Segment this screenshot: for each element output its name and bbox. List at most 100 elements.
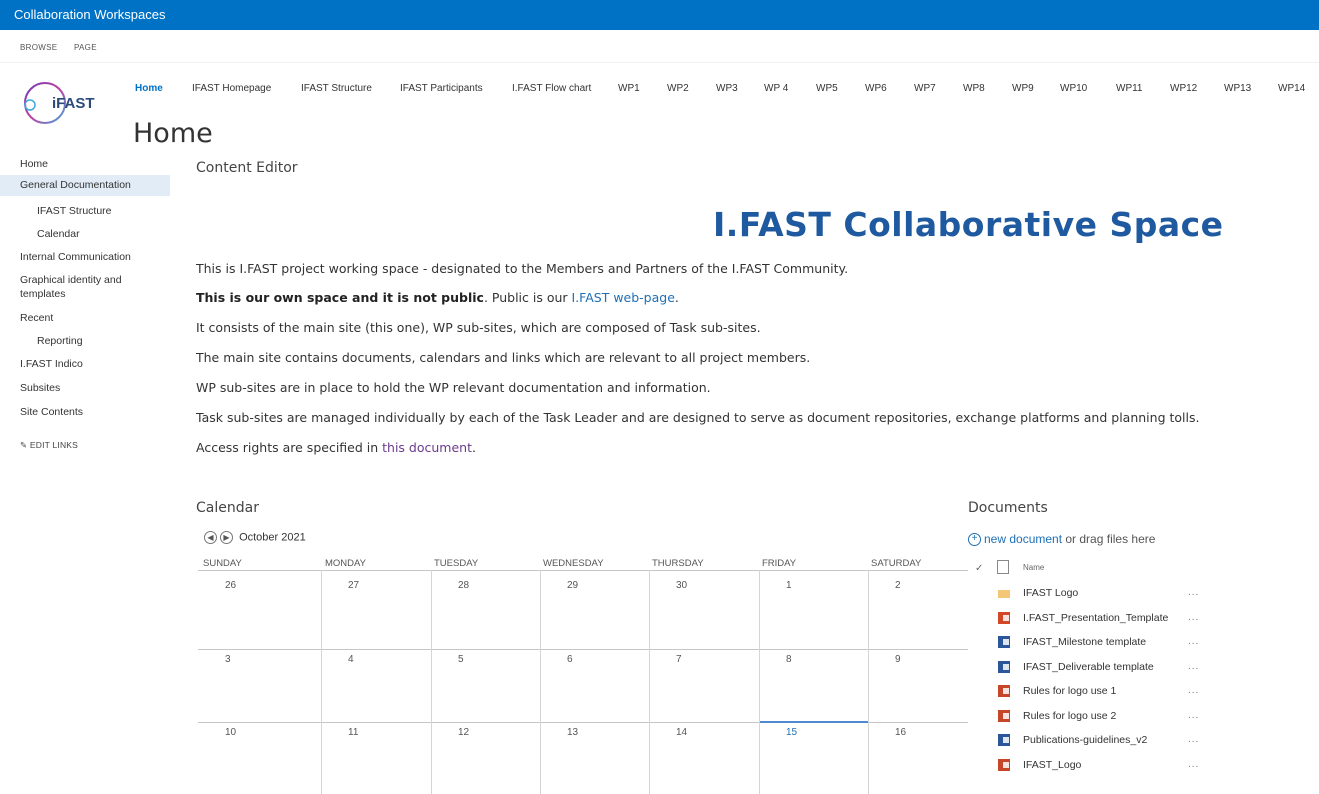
top-nav-item-wp-4[interactable]: WP 4 — [764, 83, 788, 94]
day-header-tuesday: TUESDAY — [434, 558, 479, 569]
calendar-day-cell[interactable]: 26 — [225, 580, 236, 591]
tab-page[interactable]: PAGE — [74, 43, 97, 52]
top-nav-item-wp8[interactable]: WP8 — [963, 83, 985, 94]
sidebar-item-home[interactable]: Home — [20, 158, 48, 170]
more-options-icon[interactable]: ... — [1188, 734, 1199, 745]
calendar-day-cell[interactable]: 1 — [786, 580, 792, 591]
calendar-day-cell[interactable]: 8 — [786, 654, 792, 665]
more-options-icon[interactable]: ... — [1188, 710, 1199, 721]
top-nav-item-ifast-structure[interactable]: IFAST Structure — [301, 83, 372, 94]
calendar-day-cell[interactable]: 15 — [786, 727, 797, 738]
top-nav-item-i-fast-flow-chart[interactable]: I.FAST Flow chart — [512, 83, 591, 94]
document-row[interactable]: Rules for logo use 1... — [995, 681, 1215, 705]
sidebar-item-ifast-structure[interactable]: IFAST Structure — [37, 205, 112, 217]
more-options-icon[interactable]: ... — [1188, 685, 1199, 696]
sidebar-item-templates[interactable]: templates — [20, 288, 66, 300]
calendar-day-cell[interactable]: 16 — [895, 727, 906, 738]
top-nav-item-wp14[interactable]: WP14 — [1278, 83, 1305, 94]
top-nav-item-ifast-participants[interactable]: IFAST Participants — [400, 83, 483, 94]
more-options-icon[interactable]: ... — [1188, 636, 1199, 647]
sidebar-item-calendar[interactable]: Calendar — [37, 228, 80, 240]
top-nav-item-wp3[interactable]: WP3 — [716, 83, 738, 94]
top-nav-item-wp9[interactable]: WP9 — [1012, 83, 1034, 94]
sidebar-item-recent[interactable]: Recent — [20, 312, 53, 324]
document-row[interactable]: I.FAST_Presentation_Template... — [995, 608, 1215, 632]
document-row[interactable]: IFAST Logo... — [995, 583, 1215, 607]
calendar-day-cell[interactable]: 5 — [458, 654, 464, 665]
top-nav-item-wp11[interactable]: WP11 — [1116, 83, 1143, 94]
previous-month-icon[interactable]: ◀ — [204, 531, 217, 544]
document-row[interactable]: IFAST_Logo... — [995, 755, 1215, 779]
add-document-icon[interactable]: + — [968, 533, 981, 547]
paragraph-5: WP sub-sites are in place to hold the WP… — [196, 380, 711, 395]
sidebar-item-reporting[interactable]: Reporting — [37, 335, 83, 347]
calendar-day-cell[interactable]: 13 — [567, 727, 578, 738]
calendar-day-cell[interactable]: 12 — [458, 727, 469, 738]
column-header-name[interactable]: Name — [1023, 563, 1044, 572]
calendar-day-cell[interactable]: 7 — [676, 654, 682, 665]
week-divider — [198, 649, 968, 650]
top-nav-item-wp2[interactable]: WP2 — [667, 83, 689, 94]
document-name[interactable]: IFAST_Milestone template — [1023, 636, 1146, 648]
documents-title: Documents — [968, 500, 1048, 516]
top-nav-item-wp7[interactable]: WP7 — [914, 83, 936, 94]
calendar-day-cell[interactable]: 2 — [895, 580, 901, 591]
paragraph-7-text: Access rights are specified in — [196, 440, 383, 455]
calendar-day-cell[interactable]: 10 — [225, 727, 236, 738]
more-options-icon[interactable]: ... — [1188, 587, 1199, 598]
more-options-icon[interactable]: ... — [1188, 661, 1199, 672]
sidebar-item-subsites[interactable]: Subsites — [20, 382, 60, 394]
sidebar-item-graphical-identity-and[interactable]: Graphical identity and — [20, 274, 122, 286]
sidebar-item-i-fast-indico[interactable]: I.FAST Indico — [20, 358, 83, 370]
more-options-icon[interactable]: ... — [1188, 612, 1199, 623]
calendar-day-cell[interactable]: 28 — [458, 580, 469, 591]
day-column-divider — [759, 570, 760, 794]
top-nav-item-wp12[interactable]: WP12 — [1170, 83, 1197, 94]
calendar-day-cell[interactable]: 6 — [567, 654, 573, 665]
top-nav-item-ifast-homepage[interactable]: IFAST Homepage — [192, 83, 271, 94]
document-name[interactable]: Rules for logo use 2 — [1023, 710, 1116, 722]
sidebar-item-site-contents[interactable]: Site Contents — [20, 406, 83, 418]
calendar-day-cell[interactable]: 11 — [348, 727, 358, 738]
edit-links-button[interactable]: ✎ EDIT LINKS — [20, 440, 78, 451]
top-nav-item-wp1[interactable]: WP1 — [618, 83, 640, 94]
suite-bar-title[interactable]: Collaboration Workspaces — [14, 7, 166, 22]
calendar-day-cell[interactable]: 3 — [225, 654, 231, 665]
sidebar-item-internal-communication[interactable]: Internal Communication — [20, 251, 131, 263]
top-nav-item-wp6[interactable]: WP6 — [865, 83, 887, 94]
document-name[interactable]: Publications-guidelines_v2 — [1023, 734, 1147, 746]
document-row[interactable]: Publications-guidelines_v2... — [995, 730, 1215, 754]
document-name[interactable]: IFAST_Logo — [1023, 759, 1081, 771]
new-document-link[interactable]: new document — [984, 532, 1062, 546]
top-nav-item-home[interactable]: Home — [135, 83, 163, 94]
powerpoint-file-icon — [998, 611, 1010, 624]
top-nav-item-wp10[interactable]: WP10 — [1060, 83, 1087, 94]
calendar-title: Calendar — [196, 500, 259, 516]
document-row[interactable]: IFAST_Milestone template... — [995, 632, 1215, 656]
sidebar-item-general-documentation[interactable]: General Documentation — [0, 175, 170, 196]
calendar-day-cell[interactable]: 29 — [567, 580, 578, 591]
document-name[interactable]: IFAST_Deliverable template — [1023, 661, 1154, 673]
calendar-day-cell[interactable]: 9 — [895, 654, 901, 665]
site-logo[interactable]: iFAST — [22, 80, 118, 126]
word-file-icon — [998, 660, 1010, 673]
tab-browse[interactable]: BROWSE — [20, 43, 57, 52]
top-nav-item-wp13[interactable]: WP13 — [1224, 83, 1251, 94]
access-rights-document-link[interactable]: this document — [382, 440, 472, 455]
word-file-icon — [998, 636, 1010, 648]
calendar-day-cell[interactable]: 4 — [348, 654, 354, 665]
select-all-check-icon[interactable]: ✓ — [975, 563, 983, 574]
more-options-icon[interactable]: ... — [1188, 759, 1199, 770]
calendar-day-cell[interactable]: 27 — [348, 580, 359, 591]
ifast-webpage-link[interactable]: I.FAST web-page — [572, 290, 675, 305]
next-month-icon[interactable]: ▶ — [220, 531, 233, 544]
document-name[interactable]: IFAST Logo — [1023, 587, 1078, 599]
document-row[interactable]: Rules for logo use 2... — [995, 706, 1215, 730]
document-name[interactable]: I.FAST_Presentation_Template — [1023, 612, 1168, 624]
document-name[interactable]: Rules for logo use 1 — [1023, 685, 1116, 697]
document-row[interactable]: IFAST_Deliverable template... — [995, 657, 1215, 681]
calendar-day-cell[interactable]: 14 — [676, 727, 687, 738]
top-nav-item-wp5[interactable]: WP5 — [816, 83, 838, 94]
calendar-day-cell[interactable]: 30 — [676, 580, 687, 591]
day-column-divider — [431, 570, 432, 794]
